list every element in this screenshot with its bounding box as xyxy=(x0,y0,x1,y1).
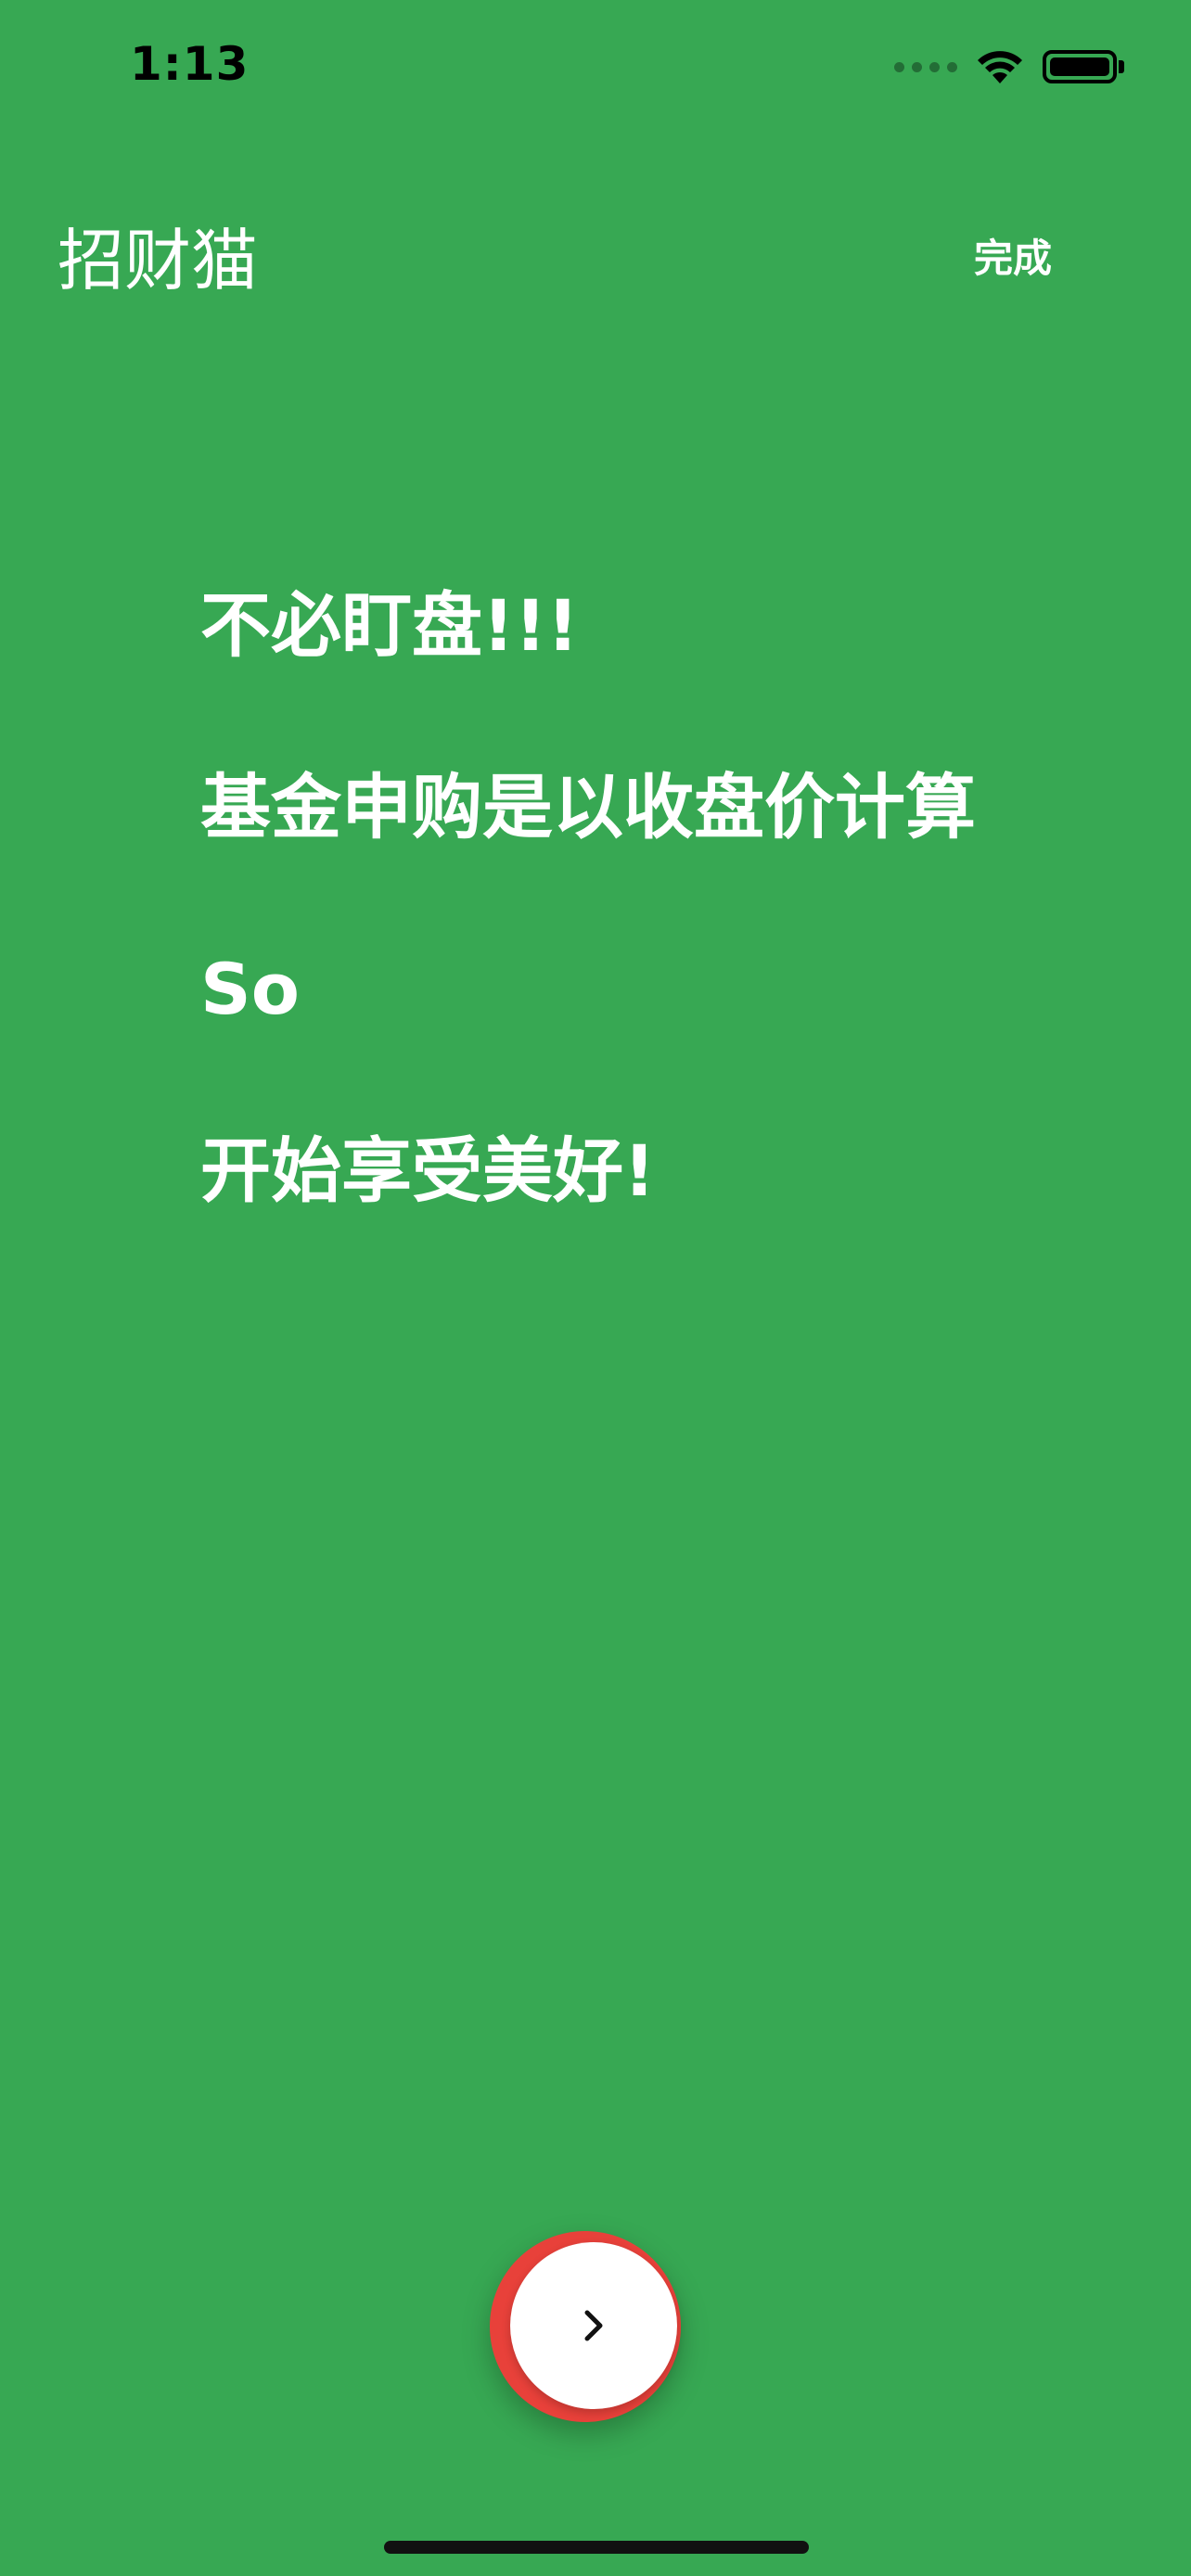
cellular-signal-icon xyxy=(894,61,957,72)
status-time: 1:13 xyxy=(130,37,250,91)
battery-icon xyxy=(1043,50,1117,83)
battery-tip xyxy=(1119,60,1124,73)
wifi-icon xyxy=(976,48,1024,85)
content-line: 开始享受美好! xyxy=(200,1129,656,1212)
next-button[interactable] xyxy=(510,2242,677,2409)
status-indicators xyxy=(894,46,1124,87)
content-line: So xyxy=(200,948,300,1030)
onboarding-text: 不必盯盘!!! 基金申购是以收盘价计算 So 开始享受美好! xyxy=(200,584,1128,1311)
content-line: 基金申购是以收盘价计算 xyxy=(200,766,976,848)
next-button-container xyxy=(490,2231,681,2422)
chevron-right-icon xyxy=(581,2307,607,2344)
home-indicator xyxy=(384,2541,809,2554)
done-button[interactable]: 完成 xyxy=(974,227,1052,284)
content-line: 不必盯盘!!! xyxy=(200,584,579,667)
nav-title: 招财猫 xyxy=(58,222,259,300)
